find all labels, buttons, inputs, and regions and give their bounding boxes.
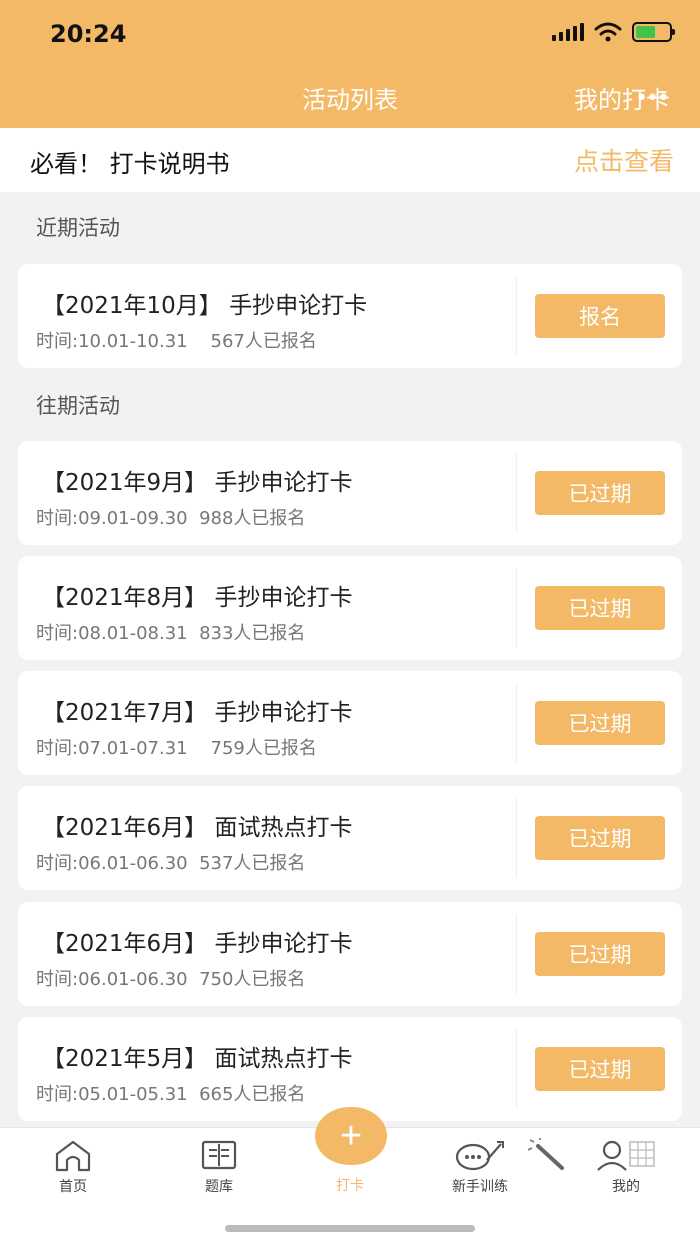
activity-time: 时间:08.01-08.31 [36,623,188,644]
card-divider [516,914,517,994]
activity-card[interactable]: 【2021年8月】 手抄申论打卡 时间:08.01-08.31 833人已报名 … [18,556,682,660]
activity-card[interactable]: 【2021年9月】 手抄申论打卡 时间:09.01-09.30 988人已报名 … [18,441,682,545]
guide-title: 必看！ 打卡说明书 [30,150,230,178]
tab-training-label: 新手训练 [452,1179,508,1195]
status-icons [552,22,675,42]
expired-button[interactable]: 已过期 [535,816,665,860]
card-divider [516,683,517,763]
activity-time: 时间:05.01-05.31 [36,1084,188,1105]
activity-meta: 时间:06.01-06.30 537人已报名 [36,849,305,875]
checkin-plus-button[interactable]: + [315,1107,387,1165]
activity-count: 665人已报名 [199,1084,306,1105]
activity-card[interactable]: 【2021年6月】 面试热点打卡 时间:06.01-06.30 537人已报名 … [18,786,682,890]
activity-count: 750人已报名 [199,969,306,990]
section-title-recent: 近期活动 [36,216,120,240]
expired-button[interactable]: 已过期 [535,1047,665,1091]
more-icon[interactable]: ••• [635,86,670,111]
activity-title: 【2021年8月】 手抄申论打卡 [42,585,353,611]
question-bank-icon [201,1140,237,1170]
cellular-signal-icon [552,23,584,41]
activity-card[interactable]: 【2021年5月】 面试热点打卡 时间:05.01-05.31 665人已报名 … [18,1017,682,1121]
tab-question-bank[interactable]: 题库 [159,1138,279,1196]
activity-meta: 时间:08.01-08.31 833人已报名 [36,619,305,645]
home-icon [55,1140,91,1172]
activity-time: 时间:06.01-06.30 [36,969,188,990]
activity-title: 【2021年6月】 面试热点打卡 [42,815,353,841]
tab-mine-label: 我的 [612,1179,640,1195]
wifi-icon [594,22,622,42]
activity-time: 时间:07.01-07.31 [36,738,188,759]
activity-card[interactable]: 【2021年10月】 手抄申论打卡 时间:10.01-10.31 567人已报名… [18,264,682,368]
signup-button[interactable]: 报名 [535,294,665,338]
activity-count: 567人已报名 [210,331,317,352]
activity-count: 833人已报名 [199,623,306,644]
card-divider [516,453,517,533]
activity-meta: 时间:09.01-09.30 988人已报名 [36,504,305,530]
guide-bar[interactable]: 必看！ 打卡说明书 点击查看 [0,128,700,192]
expired-button[interactable]: 已过期 [535,586,665,630]
tab-mine[interactable]: 我的 [566,1138,686,1196]
section-title-past: 往期活动 [36,394,120,418]
activity-title: 【2021年5月】 面试热点打卡 [42,1046,353,1072]
app-header: 20:24 活动列表 我的打卡 ••• [0,0,700,128]
activity-meta: 时间:06.01-06.30 750人已报名 [36,965,305,991]
expired-button[interactable]: 已过期 [535,471,665,515]
tab-home-label: 首页 [59,1179,87,1195]
status-time: 20:24 [50,20,127,48]
activity-card[interactable]: 【2021年7月】 手抄申论打卡 时间:07.01-07.31 759人已报名 … [18,671,682,775]
card-divider [516,276,517,356]
activity-title: 【2021年6月】 手抄申论打卡 [42,931,353,957]
activity-count: 537人已报名 [199,853,306,874]
activity-title: 【2021年7月】 手抄申论打卡 [42,700,353,726]
battery-icon [632,22,675,42]
activity-meta: 时间:07.01-07.31 759人已报名 [36,734,317,760]
home-indicator [225,1225,475,1232]
activity-count: 759人已报名 [210,738,317,759]
activity-time: 时间:10.01-10.31 [36,331,188,352]
training-icon [455,1141,504,1171]
activity-title: 【2021年10月】 手抄申论打卡 [42,293,368,319]
activity-count: 988人已报名 [199,508,306,529]
activity-meta: 时间:05.01-05.31 665人已报名 [36,1080,305,1106]
guide-view-link[interactable]: 点击查看 [574,142,674,178]
activity-time: 时间:06.01-06.30 [36,853,188,874]
tab-bank-label: 题库 [205,1179,233,1195]
card-divider [516,798,517,878]
expired-button[interactable]: 已过期 [535,932,665,976]
activity-card[interactable]: 【2021年6月】 手抄申论打卡 时间:06.01-06.30 750人已报名 … [18,902,682,1006]
card-divider [516,1029,517,1109]
expired-button[interactable]: 已过期 [535,701,665,745]
profile-icon [597,1140,655,1171]
tab-checkin-label[interactable]: 打卡 [290,1175,410,1195]
activity-title: 【2021年9月】 手抄申论打卡 [42,470,353,496]
activity-meta: 时间:10.01-10.31 567人已报名 [36,327,317,353]
activity-time: 时间:09.01-09.30 [36,508,188,529]
card-divider [516,568,517,648]
tab-home[interactable]: 首页 [13,1138,133,1196]
